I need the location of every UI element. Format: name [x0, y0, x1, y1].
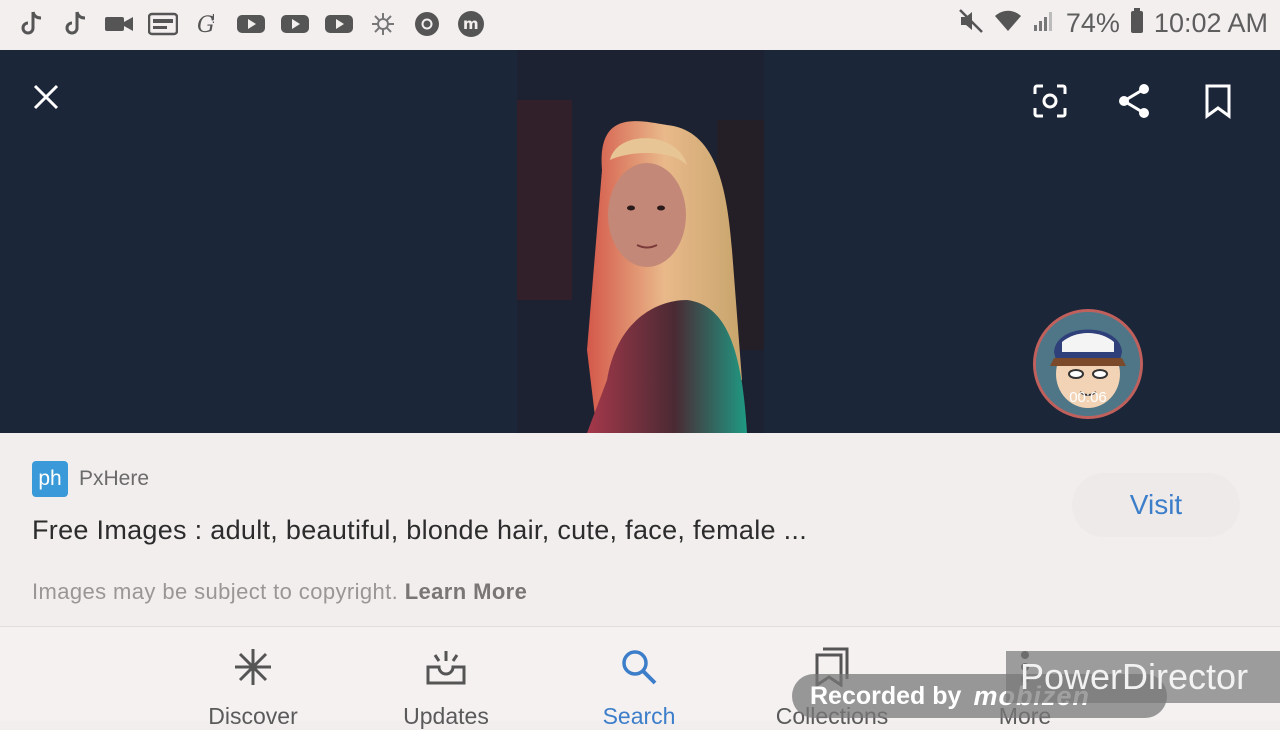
- snowflake-icon: [368, 9, 398, 39]
- status-bar: G! m 74% 10:02 AM: [0, 0, 1280, 50]
- recorded-by-text: Recorded by: [810, 681, 962, 710]
- wifi-icon: [994, 9, 1022, 38]
- powerdirector-watermark: PowerDirector: [1006, 651, 1280, 703]
- result-title[interactable]: Free Images : adult, beautiful, blonde h…: [32, 515, 807, 546]
- bookmark-icon: [1205, 84, 1231, 119]
- lens-icon: [1033, 84, 1067, 118]
- search-icon: [617, 645, 661, 689]
- gift-g-icon: G!: [192, 9, 222, 39]
- recorder-camera-overlay[interactable]: 00:06: [1033, 309, 1143, 419]
- nav-discover[interactable]: Discover: [173, 645, 333, 730]
- source-row[interactable]: ph PxHere: [32, 461, 149, 497]
- lens-button[interactable]: [1028, 79, 1072, 123]
- visit-button[interactable]: Visit: [1072, 473, 1240, 537]
- asterisk-icon: [231, 645, 275, 689]
- battery-icon: [1130, 8, 1144, 39]
- bookmark-button[interactable]: [1196, 79, 1240, 123]
- close-icon: [33, 84, 59, 110]
- recording-timer: 00:06: [1069, 389, 1107, 406]
- video-camera-icon: [104, 9, 134, 39]
- youtube-icon: [280, 9, 310, 39]
- youtube-icon: [324, 9, 354, 39]
- tiktok-icon: [60, 9, 90, 39]
- svg-text:m: m: [463, 15, 479, 33]
- copyright-text: Images may be subject to copyright.: [32, 579, 399, 604]
- source-logo: ph: [32, 461, 68, 497]
- nav-updates[interactable]: Updates: [366, 645, 526, 730]
- copyright-notice: Images may be subject to copyright. Lear…: [32, 579, 527, 605]
- source-name: PxHere: [79, 467, 150, 490]
- chrome-icon: [412, 9, 442, 39]
- result-info-panel: ph PxHere Free Images : adult, beautiful…: [0, 433, 1280, 626]
- system-status: 74% 10:02 AM: [958, 8, 1268, 39]
- nav-label: Updates: [403, 703, 489, 729]
- tiktok-icon: [16, 9, 46, 39]
- svg-text:!: !: [211, 12, 216, 26]
- mute-icon: [958, 8, 984, 39]
- learn-more-link[interactable]: Learn More: [405, 579, 528, 604]
- clock: 10:02 AM: [1153, 8, 1268, 38]
- portrait-photo: [517, 50, 764, 433]
- close-button[interactable]: [24, 75, 68, 119]
- news-icon: [148, 9, 178, 39]
- share-button[interactable]: [1112, 79, 1156, 123]
- nav-label: Discover: [208, 703, 298, 729]
- nav-label: Search: [602, 703, 676, 729]
- image-viewer: 00:06: [0, 50, 1280, 433]
- mobizen-m-icon: m: [456, 9, 486, 39]
- notification-icons: G! m: [16, 9, 486, 39]
- battery-percent: 74%: [1065, 8, 1120, 38]
- signal-icon: [1032, 9, 1056, 38]
- nav-search[interactable]: Search: [559, 645, 719, 730]
- inbox-icon: [424, 645, 468, 689]
- youtube-icon: [236, 9, 266, 39]
- result-image[interactable]: [517, 50, 764, 433]
- share-icon: [1119, 84, 1149, 118]
